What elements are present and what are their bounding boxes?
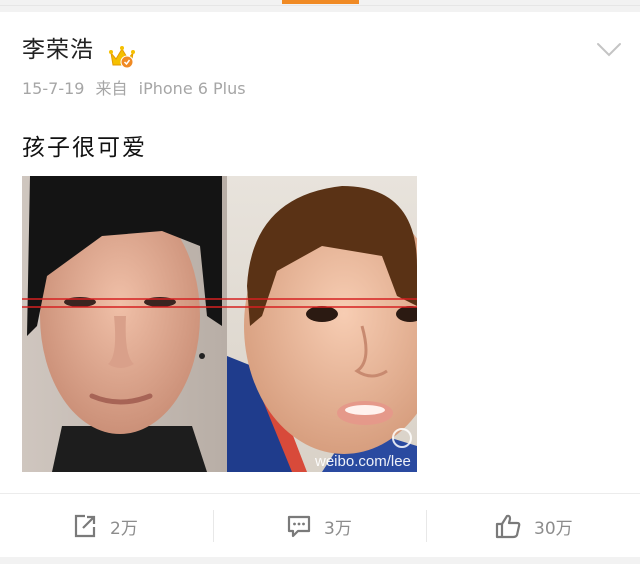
post-action-bar: 2万 3万 30万 [0,493,640,557]
image-watermark: weibo.com/lee [314,453,411,470]
author-name[interactable]: 李荣浩 [22,30,94,64]
repost-count: 2万 [110,518,138,539]
like-count: 30万 [534,518,573,539]
comment-button[interactable]: 3万 [286,494,352,558]
source-prefix: 来自 [95,79,128,98]
action-separator [426,510,427,542]
post-meta: 15-7-19 来自 iPhone 6 Plus [22,75,252,99]
comment-icon [287,515,311,538]
post-date: 15-7-19 [22,79,85,98]
chevron-down-icon[interactable] [596,42,622,58]
post-source: iPhone 6 Plus [138,79,246,98]
action-separator [213,510,214,542]
comment-count: 3万 [324,518,352,539]
repost-icon [74,514,96,538]
active-tab-indicator [282,0,359,4]
post-text: 孩子很可爱 [22,135,147,161]
like-button[interactable]: 30万 [494,494,573,558]
top-divider [0,5,640,6]
repost-button[interactable]: 2万 [72,494,138,558]
bottom-strip [0,557,640,564]
post-image[interactable]: weibo.com/lee [22,176,417,472]
vip-crown-icon[interactable] [108,44,136,70]
thumbs-up-icon [495,514,521,539]
